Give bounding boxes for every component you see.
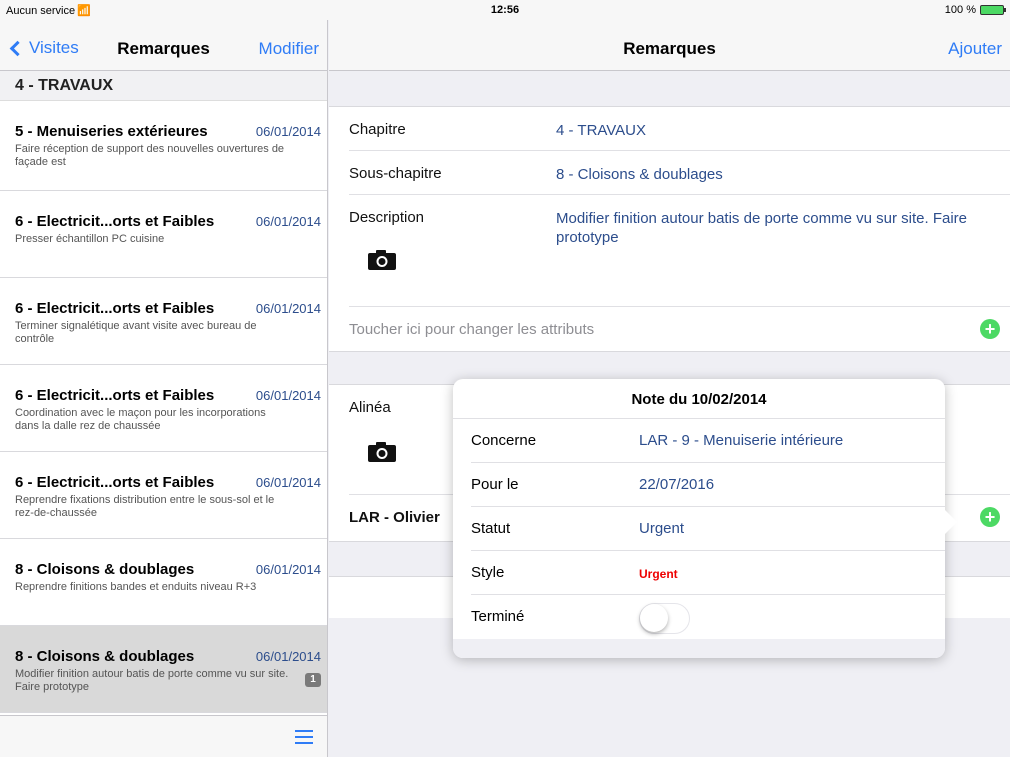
battery-percent: 100 % [944, 4, 976, 16]
popover-footer [453, 639, 945, 658]
remarks-list: 5 - Menuiseries extérieures 06/01/2014 Fa… [0, 101, 327, 713]
item-title: 8 - Cloisons & doublages [15, 648, 195, 665]
description-row[interactable]: Description Modifier finition autour bat… [349, 195, 1010, 307]
pour-le-label: Pour le [471, 476, 519, 493]
item-title: 6 - Electricit...orts et Faibles [15, 474, 215, 491]
item-title: 6 - Electricit...orts et Faibles [15, 213, 215, 230]
status-bar: Aucun service 📶 12:56 100 % [0, 0, 1010, 20]
termine-label: Terminé [471, 608, 525, 625]
description-label: Description [349, 209, 425, 226]
item-description: Presser échantillon PC cuisine [15, 233, 165, 245]
item-title: 6 - Electricit...orts et Faibles [15, 300, 215, 317]
alinea-label: Alinéa [349, 399, 391, 416]
battery-icon [980, 5, 1006, 15]
style-label: Style [471, 564, 505, 581]
pour-le-row[interactable]: Pour le 22/07/2016 [471, 463, 945, 507]
popover-title: Note du 10/02/2014 [453, 379, 945, 419]
camera-icon[interactable] [367, 249, 397, 271]
section-header: 4 - TRAVAUX [0, 71, 327, 101]
clock: 12:56 [490, 4, 520, 16]
item-title: 8 - Cloisons & doublages [15, 561, 195, 578]
termine-toggle[interactable] [639, 603, 690, 634]
list-item[interactable]: 6 - Electricit...orts et Faibles 06/01/20… [0, 278, 327, 365]
item-date: 06/01/2014 [255, 214, 321, 229]
item-title: 6 - Electricit...orts et Faibles [15, 387, 215, 404]
edit-button[interactable]: Modifier [259, 39, 319, 59]
list-item[interactable]: 5 - Menuiseries extérieures 06/01/2014 Fa… [0, 101, 327, 191]
item-description: Coordination avec le maçon pour les inco… [15, 407, 266, 432]
item-description: Modifier finition autour batis de porte … [15, 668, 289, 693]
item-description: Reprendre fixations distribution entre l… [15, 494, 275, 519]
item-date: 06/01/2014 [255, 475, 321, 490]
master-nav-bar: Visites Remarques Modifier [0, 20, 327, 71]
back-label: Visites [29, 38, 79, 57]
description-value: Modifier finition autour batis de porte … [556, 210, 968, 246]
list-item-selected[interactable]: 8 - Cloisons & doublages 06/01/2014 Modif… [0, 626, 327, 713]
chapitre-row[interactable]: Chapitre 4 - TRAVAUX [349, 107, 1010, 151]
concerne-label: Concerne [471, 432, 537, 449]
item-description: Terminer signalétique avant visite avec … [15, 320, 257, 345]
master-toolbar [0, 715, 327, 757]
sous-chapitre-value: 8 - Cloisons & doublages [556, 166, 723, 183]
list-item[interactable]: 6 - Electricit...orts et Faibles 06/01/20… [0, 191, 327, 278]
statut-row[interactable]: Statut Urgent [471, 507, 945, 551]
camera-icon[interactable] [367, 441, 397, 463]
note-count-badge: 1 [305, 673, 321, 687]
back-button[interactable]: Visites [8, 38, 79, 58]
item-date: 06/01/2014 [255, 124, 321, 139]
termine-row: Terminé [471, 595, 945, 639]
item-title: 5 - Menuiseries extérieures [15, 123, 208, 140]
style-row[interactable]: Style Urgent [471, 551, 945, 595]
concerne-value: LAR - 9 - Menuiserie intérieure [639, 432, 844, 449]
sous-chapitre-row[interactable]: Sous-chapitre 8 - Cloisons & doublages [349, 151, 1010, 195]
change-attributes-label: Toucher ici pour changer les attributs [349, 321, 595, 338]
statut-label: Statut [471, 520, 511, 537]
item-description: Faire réception de support des nouvelles… [15, 143, 285, 168]
pour-le-value: 22/07/2016 [639, 476, 715, 493]
detail-nav-bar: Remarques Ajouter [329, 20, 1010, 71]
add-attribute-icon[interactable]: + [980, 319, 1000, 339]
detail-title: Remarques [623, 39, 716, 58]
add-button[interactable]: Ajouter [948, 39, 1002, 59]
list-item[interactable]: 6 - Electricit...orts et Faibles 06/01/20… [0, 452, 327, 539]
item-date: 06/01/2014 [255, 388, 321, 403]
style-value: Urgent [639, 567, 678, 581]
item-date: 06/01/2014 [255, 649, 321, 664]
list-item[interactable]: 6 - Electricit...orts et Faibles 06/01/20… [0, 365, 327, 452]
battery-indicator: 100 % [944, 4, 1006, 16]
note-author-label: LAR - Olivier [349, 509, 440, 526]
popover-arrow [944, 509, 957, 535]
note-popover: Note du 10/02/2014 Concerne LAR - 9 - Me… [453, 379, 957, 658]
item-description: Reprendre finitions bandes et enduits ni… [15, 581, 257, 593]
statut-value: Urgent [639, 520, 685, 537]
change-attributes-row[interactable]: Toucher ici pour changer les attributs + [349, 307, 1010, 351]
sous-chapitre-label: Sous-chapitre [349, 165, 442, 182]
item-date: 06/01/2014 [255, 301, 321, 316]
item-date: 06/01/2014 [255, 562, 321, 577]
list-item[interactable]: 8 - Cloisons & doublages 06/01/2014 Repre… [0, 539, 327, 626]
menu-icon[interactable] [295, 730, 313, 744]
chapitre-value: 4 - TRAVAUX [556, 122, 647, 139]
master-pane: Visites Remarques Modifier 4 - TRAVAUX 5… [0, 20, 328, 757]
attributes-group: Chapitre 4 - TRAVAUX Sous-chapitre 8 - C… [329, 106, 1010, 352]
concerne-row[interactable]: Concerne LAR - 9 - Menuiserie intérieure [471, 419, 945, 463]
toggle-knob [640, 604, 668, 632]
chevron-left-icon [9, 40, 26, 56]
add-note-icon[interactable]: + [980, 507, 1000, 527]
chapitre-label: Chapitre [349, 121, 406, 138]
